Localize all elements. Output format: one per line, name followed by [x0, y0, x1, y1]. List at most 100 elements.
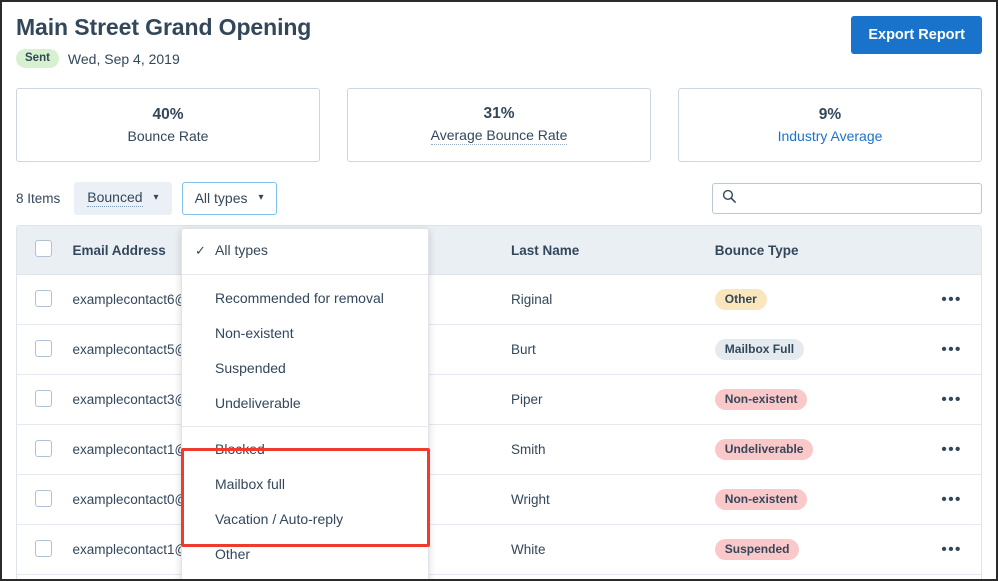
menu-item-undeliverable[interactable]: Undeliverable — [182, 386, 428, 421]
stat-card-average-bounce-rate: 31% Average Bounce Rate — [347, 88, 651, 162]
row-select-cell — [17, 474, 73, 525]
bounce-type-badge: Non-existent — [714, 389, 808, 410]
cell-actions: ••• — [921, 474, 981, 525]
items-count: 8 Items — [16, 190, 61, 206]
menu-divider — [182, 426, 428, 427]
stat-value: 31% — [483, 105, 515, 122]
menu-item-all-types[interactable]: ✓ All types — [182, 233, 428, 268]
bounced-contacts-table: Email Address First Name Last Name Bounc… — [16, 225, 982, 579]
select-all-header — [17, 226, 73, 275]
cell-bounce-type: Other — [714, 274, 922, 325]
cell-last-name: Smith — [511, 424, 715, 475]
stat-label: Bounce Rate — [127, 128, 209, 144]
row-select-cell — [17, 524, 73, 575]
table-body: examplecontact6@gmail.comErinRiginalOthe… — [17, 274, 981, 579]
row-checkbox[interactable] — [35, 439, 52, 457]
menu-item-label: Suspended — [215, 360, 286, 376]
menu-item-recommended-for-removal[interactable]: Recommended for removal — [182, 281, 428, 316]
stat-value: 9% — [818, 106, 842, 123]
menu-item-suspended[interactable]: Suspended — [182, 351, 428, 386]
menu-item-blocked[interactable]: Blocked — [182, 432, 428, 467]
cell-last-name: Piper — [511, 374, 715, 425]
menu-item-label: Blocked — [215, 441, 265, 457]
column-header-last-name[interactable]: Last Name — [511, 226, 715, 275]
cell-bounce-type: Mailbox Full — [714, 324, 922, 375]
bounce-type-badge: Suspended — [714, 539, 800, 560]
table-row[interactable]: examplecontact6@gmail.comErinRiginalOthe… — [17, 274, 981, 325]
menu-item-vacation-auto-reply[interactable]: Vacation / Auto-reply — [182, 502, 428, 537]
menu-item-label: Mailbox full — [215, 476, 286, 492]
row-checkbox[interactable] — [35, 289, 52, 307]
cell-actions: ••• — [921, 574, 981, 579]
status-badge: Sent — [16, 49, 59, 68]
stat-value: 40% — [152, 106, 184, 123]
table-header-row: Email Address First Name Last Name Bounc… — [17, 226, 981, 275]
bounce-type-badge: Mailbox Full — [714, 339, 805, 360]
stat-cards: 40% Bounce Rate 31% Average Bounce Rate … — [2, 88, 996, 162]
cell-bounce-type: Undeliverable — [714, 424, 922, 475]
header-subline: Sent Wed, Sep 4, 2019 — [16, 49, 982, 68]
chevron-down-icon: ▾ — [153, 192, 159, 203]
menu-item-mailbox-full[interactable]: Mailbox full — [182, 467, 428, 502]
cell-last-name: Burt — [511, 324, 715, 375]
table-row[interactable]: examplecontact1@yahoo.comWandaWhiteSuspe… — [17, 524, 981, 575]
column-header-bounce-type[interactable]: Bounce Type — [714, 226, 922, 275]
row-select-cell — [17, 574, 73, 579]
ellipsis-icon[interactable]: ••• — [941, 442, 961, 458]
chevron-down-icon: ▾ — [258, 192, 264, 203]
bounce-type-badge: Non-existent — [714, 489, 808, 510]
table-row[interactable]: examplecontact0@gmail.comWendyWrightNon-… — [17, 474, 981, 525]
bounce-type-badge: Other — [714, 289, 767, 310]
ellipsis-icon[interactable]: ••• — [941, 542, 961, 558]
bounce-type-dropdown-menu[interactable]: ✓ All types Recommended for removal Non-… — [181, 228, 429, 579]
row-select-cell — [17, 374, 73, 425]
search-input[interactable] — [743, 190, 972, 206]
bounce-type-badge: Undeliverable — [714, 439, 814, 460]
menu-item-label: All types — [215, 242, 268, 258]
menu-item-non-existent[interactable]: Non-existent — [182, 316, 428, 351]
check-icon: ✓ — [195, 243, 206, 258]
export-report-button[interactable]: Export Report — [851, 16, 982, 54]
page-title: Main Street Grand Opening — [16, 14, 312, 40]
menu-item-label: Undeliverable — [215, 395, 301, 411]
cell-actions: ••• — [921, 424, 981, 475]
filter-type-dropdown[interactable]: All types ▾ — [181, 181, 277, 215]
menu-item-label: Vacation / Auto-reply — [215, 511, 344, 527]
stat-card-industry-average: 9% Industry Average — [678, 88, 982, 162]
row-select-cell — [17, 274, 73, 325]
menu-item-other[interactable]: Other — [182, 537, 428, 572]
industry-average-link[interactable]: Industry Average — [778, 128, 883, 144]
ellipsis-icon[interactable]: ••• — [941, 492, 961, 508]
menu-group-b: Blocked Mailbox full Vacation / Auto-rep… — [182, 432, 428, 572]
cell-bounce-type: Suspended — [714, 574, 922, 579]
table-row[interactable]: examplecontact2@outlook.comJessieStoneSu… — [17, 574, 981, 579]
table-row[interactable]: examplecontact5@gmail.comBillBurtMailbox… — [17, 324, 981, 375]
table-row[interactable]: examplecontact3@gmail.comPeggyPiperNon-e… — [17, 374, 981, 425]
menu-item-label: Other — [215, 546, 251, 562]
row-checkbox[interactable] — [35, 539, 52, 557]
cell-actions: ••• — [921, 524, 981, 575]
row-checkbox[interactable] — [35, 339, 52, 357]
ellipsis-icon[interactable]: ••• — [941, 342, 961, 358]
menu-divider — [182, 274, 428, 275]
select-all-checkbox[interactable] — [35, 240, 52, 257]
column-header-actions — [921, 226, 981, 275]
filter-status-dropdown[interactable]: Bounced ▾ — [74, 181, 172, 215]
search-icon — [722, 189, 736, 208]
ellipsis-icon[interactable]: ••• — [941, 292, 961, 308]
stat-label[interactable]: Average Bounce Rate — [430, 127, 568, 145]
menu-item-label: Non-existent — [215, 325, 294, 341]
ellipsis-icon[interactable]: ••• — [941, 392, 961, 408]
table-toolbar: 8 Items Bounced ▾ All types ▾ — [2, 181, 996, 215]
cell-last-name: White — [511, 524, 715, 575]
filter-status-label: Bounced — [87, 189, 143, 207]
sent-date: Wed, Sep 4, 2019 — [67, 50, 180, 67]
row-checkbox[interactable] — [35, 489, 52, 507]
app-window: Main Street Grand Opening Sent Wed, Sep … — [0, 0, 998, 581]
cell-actions: ••• — [921, 274, 981, 325]
table-row[interactable]: examplecontact1@gmail.comSamSmithUndeliv… — [17, 424, 981, 475]
row-checkbox[interactable] — [35, 389, 52, 407]
search-box[interactable] — [712, 182, 982, 214]
stat-card-bounce-rate: 40% Bounce Rate — [16, 88, 320, 162]
cell-bounce-type: Non-existent — [714, 374, 922, 425]
